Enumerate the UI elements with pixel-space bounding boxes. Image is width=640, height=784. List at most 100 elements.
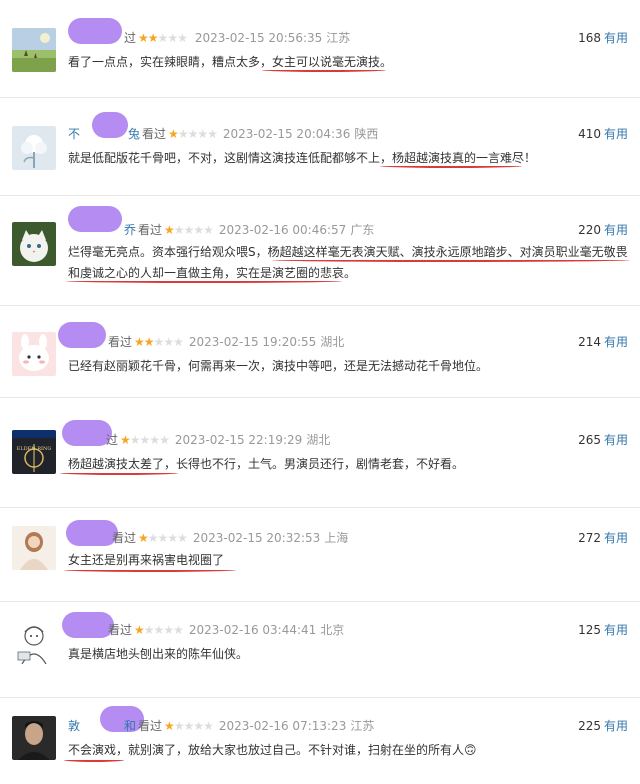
review-time: 2023-02-16 07:13:23 (218, 719, 347, 733)
vote-count[interactable]: 225 有用 (578, 716, 628, 736)
vote-number: 220 (578, 223, 601, 237)
review-text-highlight: 女主可以说毫无演技。 (272, 55, 393, 69)
username-link[interactable]: 敦和 (68, 719, 136, 733)
bunny-avatar[interactable] (12, 332, 56, 376)
star-icon: ★ (173, 223, 185, 237)
review-item: 看过 ★★★★★ 2023-02-15 20:32:53 上海 272 有用 女主还是别… (0, 508, 640, 602)
username-suffix: 乔 (124, 223, 137, 237)
watched-label: 看过 (138, 719, 163, 733)
vote-count[interactable]: 410 有用 (578, 124, 628, 144)
review-item: 看过 ★★★★★ 2023-02-16 03:44:41 北京 125 有用 真是横店地… (0, 602, 640, 698)
star-icon: ★ (139, 433, 151, 447)
review-content: 就是低配版花千骨吧，不对，这剧情这演技连低配都够不上，杨超越演技真的一言难尽！ (68, 148, 628, 169)
star-icon: ★ (168, 127, 179, 141)
man-avatar[interactable] (12, 716, 56, 760)
review-time: 2023-02-16 03:44:41 (188, 623, 317, 637)
star-icon: ★ (177, 127, 189, 141)
username-prefix: 敦 (68, 719, 81, 733)
star-icon: ★ (203, 223, 214, 237)
review-meta: 过 ★★★★★ 2023-02-15 20:56:35 江苏 (68, 28, 350, 48)
emoji-icon: 🙃 (464, 743, 477, 757)
review-time: 2023-02-15 20:56:35 (194, 31, 323, 45)
star-icon: ★ (173, 623, 184, 637)
star-icon: ★ (138, 31, 149, 45)
review-item: 过 ★★★★★ 2023-02-15 20:56:35 江苏 168 有用 看了一点点，… (0, 0, 640, 98)
review-item: 看过 ★★★★★ 2023-02-15 19:20:55 湖北 214 有用 已经有赵丽… (0, 306, 640, 398)
star-icon: ★ (134, 335, 145, 349)
girl-avatar[interactable] (12, 526, 56, 570)
flower-avatar[interactable] (12, 126, 56, 170)
rating-stars: ★★★★★ (120, 433, 170, 447)
star-icon: ★ (193, 223, 204, 237)
review-content: 不会演戏，就别演了，放给大家也放过自己。不针对谁，扫射在坐的所有人🙃 (68, 740, 628, 761)
vote-useful-label: 有用 (603, 433, 628, 447)
vote-useful-label: 有用 (603, 31, 628, 45)
review-location: 湖北 (320, 335, 345, 349)
vote-count[interactable]: 125 有用 (578, 620, 628, 640)
vote-count[interactable]: 168 有用 (578, 28, 628, 48)
review-text-highlight: 不会演戏 (68, 743, 117, 757)
star-icon: ★ (138, 531, 149, 545)
vote-count[interactable]: 214 有用 (578, 332, 628, 352)
star-icon: ★ (164, 719, 175, 733)
vote-useful-label: 有用 (603, 531, 628, 545)
landscape-avatar[interactable] (12, 28, 56, 72)
sketch-avatar[interactable] (12, 620, 56, 664)
review-time: 2023-02-15 22:19:29 (174, 433, 303, 447)
star-icon: ★ (153, 623, 165, 637)
rating-stars: ★★★★★ (134, 623, 184, 637)
star-icon: ★ (207, 127, 218, 141)
review-meta: 乔看过 ★★★★★ 2023-02-16 00:46:57 广东 (68, 220, 374, 240)
review-text-highlight: 杨超越演技真的一言难尽！ (392, 151, 537, 165)
review-text: 烂得毫无亮点。资本强行给观众喂S， (68, 245, 268, 259)
star-icon: ★ (167, 31, 178, 45)
star-icon: ★ (183, 223, 195, 237)
review-item: ELDEN RING 过 ★★★★★ 2023-02-15 22:19:29 湖北 2… (0, 398, 640, 508)
star-icon: ★ (167, 531, 178, 545)
rating-stars: ★★★★★ (138, 31, 188, 45)
username-link[interactable]: 乔 (68, 223, 136, 237)
rating-stars: ★★★★★ (134, 335, 184, 349)
star-icon: ★ (159, 433, 170, 447)
review-text-highlight: 杨超越演技太差了， (68, 457, 177, 471)
review-text-highlight-2: 和虔诚之心的人却一直做主角，实在是演艺圈的悲哀。 (68, 266, 357, 280)
star-icon: ★ (157, 531, 169, 545)
vote-useful-label: 有用 (603, 223, 628, 237)
review-item: 敦和看过 ★★★★★ 2023-02-16 07:13:23 江苏 225 有用 不会演… (0, 698, 640, 784)
username-link[interactable]: 不兔 (68, 127, 140, 141)
red-underline (380, 164, 522, 168)
rating-stars: ★★★★★ (164, 719, 214, 733)
star-icon: ★ (143, 623, 155, 637)
star-icon: ★ (120, 433, 131, 447)
star-icon: ★ (183, 719, 195, 733)
vote-useful-label: 有用 (603, 335, 628, 349)
star-icon: ★ (129, 433, 141, 447)
star-icon: ★ (143, 335, 155, 349)
eldenring-avatar[interactable]: ELDEN RING (12, 430, 56, 474)
review-meta: 敦和看过 ★★★★★ 2023-02-16 07:13:23 江苏 (68, 716, 374, 736)
vote-count[interactable]: 220 有用 (578, 220, 628, 240)
review-meta: 不兔看过 ★★★★★ 2023-02-15 20:04:36 陕西 (68, 124, 378, 144)
vote-count[interactable]: 272 有用 (578, 528, 628, 548)
review-location: 上海 (324, 531, 349, 545)
vote-useful-label: 有用 (603, 623, 628, 637)
vote-count[interactable]: 265 有用 (578, 430, 628, 450)
review-list: 过 ★★★★★ 2023-02-15 20:56:35 江苏 168 有用 看了一点点，… (0, 0, 640, 784)
review-location: 北京 (320, 623, 345, 637)
red-underline (66, 279, 342, 283)
review-text: ，就别演了，放给大家也放过自己。不针对谁，扫射在坐的所有人 (116, 743, 465, 757)
rating-stars: ★★★★★ (138, 531, 188, 545)
star-icon: ★ (203, 719, 214, 733)
review-location: 陕西 (354, 127, 379, 141)
red-underline (64, 568, 236, 572)
review-text-highlight: 杨超越这样毫无表演天赋、演技永远原地踏步、对演员职业毫无敬畏 (267, 245, 628, 259)
watched-label: 看过 (142, 127, 167, 141)
red-underline (262, 68, 386, 72)
review-location: 江苏 (326, 31, 351, 45)
vote-useful-label: 有用 (603, 719, 628, 733)
vote-number: 272 (578, 531, 601, 545)
star-icon: ★ (173, 719, 185, 733)
star-icon: ★ (164, 223, 175, 237)
review-meta: 看过 ★★★★★ 2023-02-15 19:20:55 湖北 (68, 332, 344, 352)
cat-avatar[interactable] (12, 222, 56, 266)
